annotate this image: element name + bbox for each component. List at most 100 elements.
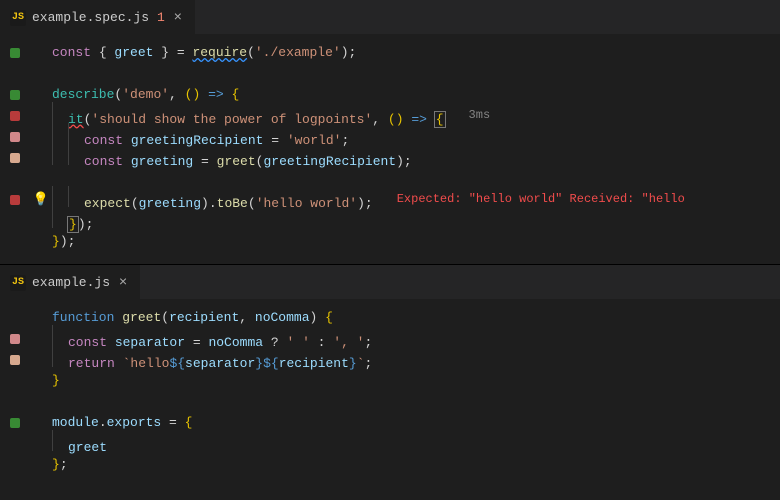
token: , — [372, 112, 388, 127]
gutter[interactable] — [0, 418, 30, 428]
editor-pane: JS example.spec.js 1 × const { greet } = req… — [0, 0, 780, 264]
test-status-marker[interactable] — [10, 334, 20, 344]
token: describe — [52, 87, 114, 102]
test-status-marker[interactable] — [10, 418, 20, 428]
code-line[interactable]: }; — [0, 454, 780, 475]
indent-guide — [52, 102, 53, 123]
gutter[interactable] — [0, 132, 30, 142]
token — [123, 154, 131, 169]
token: ` — [357, 356, 365, 371]
token: greeting — [139, 196, 201, 211]
token: './example' — [255, 45, 341, 60]
close-icon[interactable]: × — [116, 275, 130, 291]
token: } — [349, 356, 357, 371]
token — [427, 112, 435, 127]
token: => — [411, 112, 427, 127]
code-editor[interactable]: function greet(recipient, noComma) {cons… — [0, 299, 780, 487]
code-line[interactable]: const greeting = greet(greetingRecipient… — [0, 147, 780, 168]
gutter[interactable] — [0, 195, 30, 205]
javascript-file-icon: JS — [10, 10, 26, 26]
lightbulb-icon[interactable]: 💡 — [33, 189, 49, 210]
gutter[interactable] — [0, 355, 30, 365]
gutter[interactable] — [0, 111, 30, 121]
token: { — [232, 87, 240, 102]
indent-guide — [52, 430, 53, 451]
token: , — [169, 87, 185, 102]
token: { — [435, 112, 445, 127]
token: recipient — [279, 356, 349, 371]
indent-guide — [52, 144, 53, 165]
test-status-marker[interactable] — [10, 195, 20, 205]
code-line[interactable] — [0, 391, 780, 412]
indent-guide — [68, 144, 69, 165]
token: ; — [365, 356, 373, 371]
token: greet — [122, 310, 161, 325]
token: 'hello world' — [256, 196, 357, 211]
code-line[interactable]: 💡expect(greeting).toBe('hello world');Ex… — [0, 189, 780, 210]
code-line[interactable]: module.exports = { — [0, 412, 780, 433]
code-content[interactable]: const { greet } = require('./example'); — [52, 42, 356, 63]
token: ); — [357, 196, 373, 211]
code-content[interactable]: const greeting = greet(greetingRecipient… — [52, 144, 412, 172]
timing-inlay: 3ms — [469, 105, 491, 126]
test-status-marker[interactable] — [10, 111, 20, 121]
code-line[interactable]: const { greet } = require('./example'); — [0, 42, 780, 63]
close-icon[interactable]: × — [171, 10, 185, 26]
editor-tab[interactable]: JSexample.js× — [0, 265, 140, 299]
code-content[interactable]: expect(greeting).toBe('hello world'); — [52, 186, 373, 214]
gutter[interactable] — [0, 48, 30, 58]
inline-error-message[interactable]: Expected: "hello world" Received: "hello — [397, 189, 685, 210]
token: } — [255, 356, 263, 371]
test-status-marker[interactable] — [10, 153, 20, 163]
code-line[interactable]: greet — [0, 433, 780, 454]
token: greetingRecipient — [263, 154, 396, 169]
gutter[interactable] — [0, 90, 30, 100]
token: ( — [247, 45, 255, 60]
token: } — [52, 234, 60, 249]
code-content[interactable]: return `hello${separator}${recipient}`; — [52, 346, 372, 374]
token: () — [388, 112, 404, 127]
editor-tab[interactable]: JS example.spec.js 1 × — [0, 0, 195, 34]
gutter[interactable] — [0, 153, 30, 163]
token: const — [52, 45, 91, 60]
token: `hello — [123, 356, 170, 371]
token: return — [68, 356, 115, 371]
editor-pane: JSexample.js×function greet(recipient, n… — [0, 265, 780, 487]
code-editor[interactable]: const { greet } = require('./example'); d… — [0, 34, 780, 264]
token: { — [91, 45, 114, 60]
tab-problem-badge: 1 — [157, 10, 165, 25]
token: ); — [60, 234, 76, 249]
code-line[interactable]: }); — [0, 231, 780, 252]
token: => — [208, 87, 224, 102]
indent-guide — [52, 123, 53, 144]
glyph-margin: 💡 — [30, 189, 52, 210]
token: const — [84, 154, 123, 169]
token: ); — [341, 45, 357, 60]
token: } — [52, 373, 60, 388]
code-line[interactable] — [0, 63, 780, 84]
token: toBe — [217, 196, 248, 211]
gutter[interactable] — [0, 334, 30, 344]
token: recipient — [169, 310, 239, 325]
token: ). — [201, 196, 217, 211]
token: ; — [60, 457, 68, 472]
indent-guide — [68, 186, 69, 207]
token: } — [68, 217, 78, 232]
code-content[interactable]: }); — [52, 231, 75, 252]
token: greet — [217, 154, 256, 169]
indent-guide — [68, 123, 69, 144]
token: module — [52, 415, 99, 430]
token: ${ — [263, 356, 279, 371]
test-status-marker[interactable] — [10, 48, 20, 58]
token: } — [52, 457, 60, 472]
tab-title: example.spec.js — [32, 10, 149, 25]
code-content[interactable]: } — [52, 370, 60, 391]
indent-guide — [52, 346, 53, 367]
code-content[interactable]: }; — [52, 454, 68, 475]
token: . — [99, 415, 107, 430]
test-status-marker[interactable] — [10, 132, 20, 142]
test-status-marker[interactable] — [10, 355, 20, 365]
token: ( — [161, 310, 169, 325]
test-status-marker[interactable] — [10, 90, 20, 100]
code-line[interactable]: return `hello${separator}${recipient}`; — [0, 349, 780, 370]
